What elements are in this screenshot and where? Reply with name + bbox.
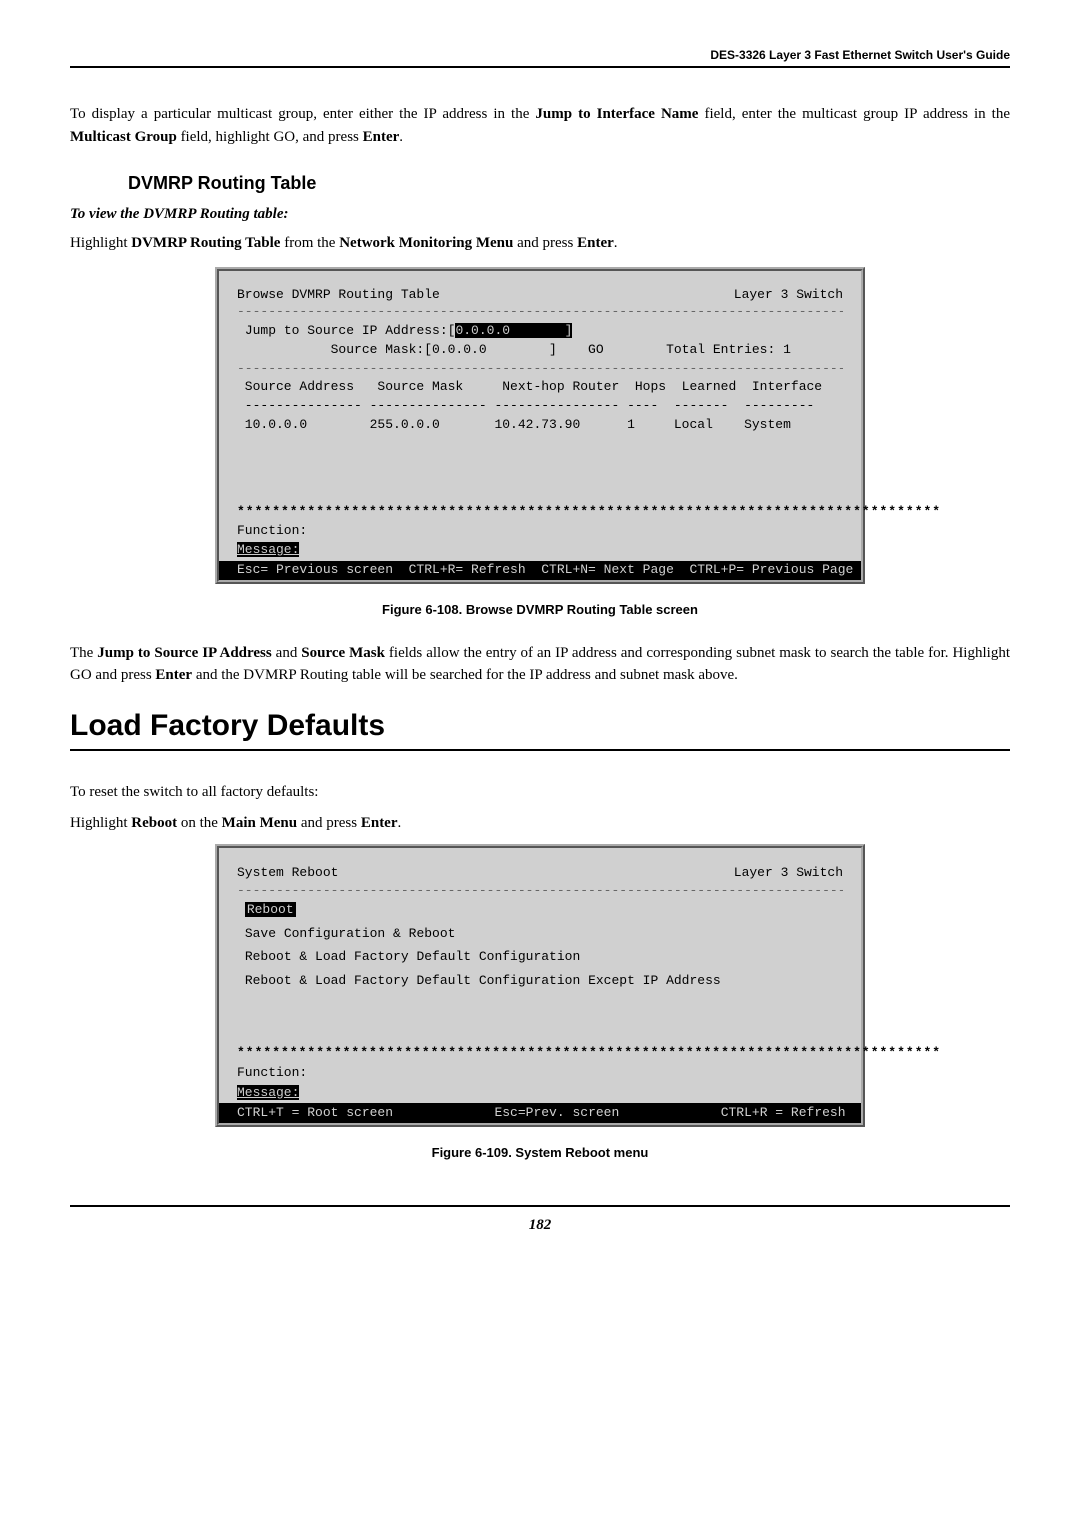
p2-t4: and the DVMRP Routing table will be sear… bbox=[192, 667, 738, 683]
i1-t2: from the bbox=[280, 235, 339, 251]
paragraph-2: The Jump to Source IP Address and Source… bbox=[70, 642, 1010, 687]
figure-caption-108: Figure 6-108. Browse DVMRP Routing Table… bbox=[70, 602, 1010, 617]
i2-t3: and press bbox=[297, 815, 361, 831]
i1-b1: DVMRP Routing Table bbox=[131, 235, 280, 251]
i1-b3: Enter bbox=[577, 235, 614, 251]
section-heading-dvmrp: DVMRP Routing Table bbox=[128, 173, 1010, 194]
i1-t3: and press bbox=[513, 235, 577, 251]
term2-bottom-mid: Esc=Prev. screen bbox=[494, 1105, 619, 1120]
term1-dash1: ----------------------------------------… bbox=[237, 304, 843, 321]
term2-bottom-right: CTRL+R = Refresh bbox=[721, 1105, 846, 1120]
term1-function: Function: bbox=[237, 523, 843, 540]
figure-caption-109: Figure 6-109. System Reboot menu bbox=[70, 1145, 1010, 1160]
p1-t2: field, enter the multicast group IP addr… bbox=[698, 106, 1010, 122]
term1-jump-label: Jump to Source IP Address:[ bbox=[245, 323, 456, 338]
p1-t1: To display a particular multicast group,… bbox=[70, 106, 535, 122]
term1-underlines: --------------- --------------- --------… bbox=[237, 398, 843, 415]
term2-dash1: ----------------------------------------… bbox=[237, 882, 843, 900]
header-rule bbox=[70, 66, 1010, 68]
p2-t1: The bbox=[70, 645, 97, 661]
subhead-view-dvmrp: To view the DVMRP Routing table: bbox=[70, 206, 1010, 223]
i2-b1: Reboot bbox=[131, 815, 177, 831]
i2-b2: Main Menu bbox=[222, 815, 297, 831]
term2-opt3[interactable]: Reboot & Load Factory Default Configurat… bbox=[237, 948, 843, 966]
term1-stars: ****************************************… bbox=[237, 504, 843, 521]
term2-opt-loaddefault: Reboot & Load Factory Default Configurat… bbox=[245, 949, 580, 964]
instruction-2: Highlight Reboot on the Main Menu and pr… bbox=[70, 815, 1010, 832]
term1-data-row: 10.0.0.0 255.0.0.0 10.42.73.90 1 Local S… bbox=[237, 417, 843, 434]
term2-bottom-left: CTRL+T = Root screen bbox=[237, 1105, 393, 1120]
term1-mask-line: Source Mask:[0.0.0.0 ] GO Total Entries:… bbox=[237, 342, 843, 359]
term2-message: Message: bbox=[237, 1085, 299, 1100]
i1-t4: . bbox=[614, 235, 618, 251]
term2-title-right: Layer 3 Switch bbox=[734, 864, 843, 882]
page-number: 182 bbox=[529, 1217, 552, 1233]
paragraph-1: To display a particular multicast group,… bbox=[70, 103, 1010, 148]
p1-b2: Multicast Group bbox=[70, 129, 177, 145]
term2-title-left: System Reboot bbox=[237, 864, 338, 882]
term2-opt2[interactable]: Save Configuration & Reboot bbox=[237, 925, 843, 943]
i2-t4: . bbox=[398, 815, 402, 831]
doc-header: DES-3326 Layer 3 Fast Ethernet Switch Us… bbox=[70, 40, 1010, 66]
i2-b3: Enter bbox=[361, 815, 398, 831]
term1-title-right: Layer 3 Switch bbox=[734, 287, 843, 304]
instruction-1: Highlight DVMRP Routing Table from the N… bbox=[70, 235, 1010, 252]
i2-t1: Highlight bbox=[70, 815, 131, 831]
i2-t2: on the bbox=[177, 815, 222, 831]
term2-function: Function: bbox=[237, 1064, 843, 1082]
p2-b2: Source Mask bbox=[301, 645, 385, 661]
i1-t1: Highlight bbox=[70, 235, 131, 251]
p2-b1: Jump to Source IP Address bbox=[97, 645, 271, 661]
term1-ip-input[interactable]: 0.0.0.0 bbox=[455, 323, 510, 338]
term2-stars: ****************************************… bbox=[237, 1044, 843, 1062]
p2-t2: and bbox=[272, 645, 302, 661]
terminal-system-reboot: System Reboot Layer 3 Switch -----------… bbox=[215, 844, 865, 1126]
term1-message: Message: bbox=[237, 542, 299, 557]
term1-ip-pad[interactable]: ] bbox=[510, 323, 572, 338]
term2-opt-save: Save Configuration & Reboot bbox=[245, 926, 456, 941]
term1-headers: Source Address Source Mask Next-hop Rout… bbox=[237, 379, 843, 396]
term2-opt4[interactable]: Reboot & Load Factory Default Configurat… bbox=[237, 972, 843, 990]
term1-jump-line: Jump to Source IP Address:[0.0.0.0 ] bbox=[237, 323, 843, 340]
term2-bottom-bar: CTRL+T = Root screen Esc=Prev. screen CT… bbox=[219, 1103, 861, 1123]
paragraph-3: To reset the switch to all factory defau… bbox=[70, 781, 1010, 804]
term2-opt-loaddefault-exceptip: Reboot & Load Factory Default Configurat… bbox=[245, 973, 721, 988]
term1-bottom-bar: Esc= Previous screen CTRL+R= Refresh CTR… bbox=[219, 561, 861, 580]
terminal-dvmrp-routing: Browse DVMRP Routing Table Layer 3 Switc… bbox=[215, 267, 865, 584]
main-heading-load-defaults: Load Factory Defaults bbox=[70, 709, 1010, 751]
p1-t3: field, highlight GO, and press bbox=[177, 129, 363, 145]
term1-title-left: Browse DVMRP Routing Table bbox=[237, 287, 440, 304]
p2-b3: Enter bbox=[155, 667, 192, 683]
page-footer: 182 bbox=[70, 1205, 1010, 1234]
term2-opt-reboot[interactable]: Reboot bbox=[245, 902, 296, 917]
p1-b1: Jump to Interface Name bbox=[535, 106, 698, 122]
i1-b2: Network Monitoring Menu bbox=[339, 235, 513, 251]
p1-t4: . bbox=[399, 129, 403, 145]
p1-b3: Enter bbox=[363, 129, 400, 145]
term1-dash2: ----------------------------------------… bbox=[237, 361, 843, 378]
term2-opt1-row: Reboot bbox=[237, 901, 843, 919]
